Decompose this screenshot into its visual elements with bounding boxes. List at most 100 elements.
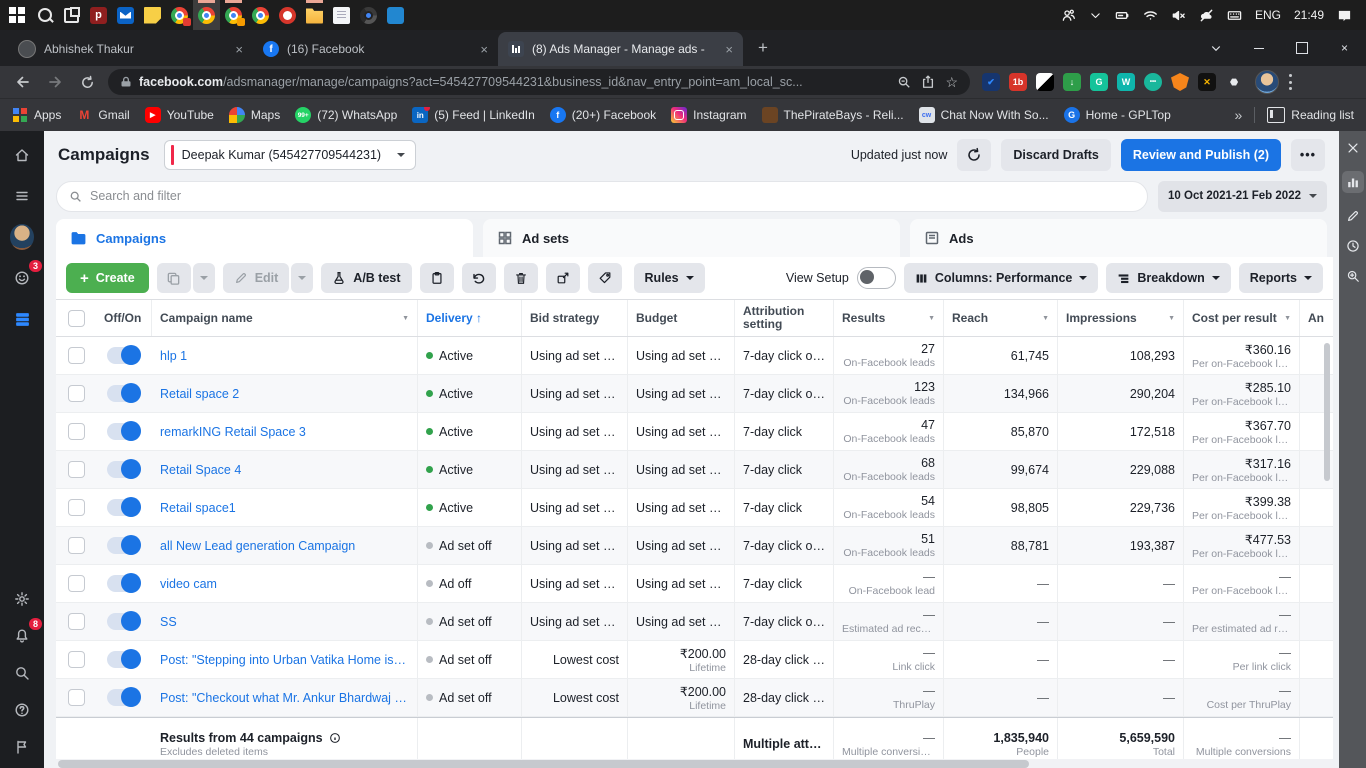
export-button[interactable] [546, 263, 580, 293]
campaign-link[interactable]: all New Lead generation Campaign [160, 539, 409, 553]
reading-list-button[interactable]: Reading list [1267, 107, 1354, 123]
campaign-toggle[interactable] [96, 375, 152, 412]
taskbar-chrome-profile-2-icon[interactable] [193, 0, 220, 30]
taskbar-windows-search-icon[interactable] [31, 0, 58, 30]
bookmark-thepiratebays-reli-[interactable]: ThePirateBays - Reli... [762, 107, 904, 123]
campaign-toggle[interactable] [96, 489, 152, 526]
tag-button[interactable] [588, 263, 622, 293]
clipboard-button[interactable] [420, 263, 454, 293]
extensions-puzzle-icon[interactable]: ⬣ [1225, 73, 1243, 91]
view-setup-toggle[interactable] [857, 267, 896, 289]
delete-button[interactable] [504, 263, 538, 293]
edit-caret-button[interactable] [291, 263, 313, 293]
row-checkbox[interactable] [56, 565, 96, 602]
taskbar-notepad-icon[interactable] [328, 0, 355, 30]
close-window-button[interactable]: × [1323, 30, 1366, 66]
bookmarks-overflow-chevron[interactable]: » [1235, 107, 1243, 123]
more-options-button[interactable]: ••• [1291, 139, 1325, 171]
breakdown-button[interactable]: Breakdown [1106, 263, 1230, 293]
tab-close-icon[interactable]: × [235, 42, 243, 57]
row-checkbox[interactable] [56, 375, 96, 412]
bookmark-apps[interactable]: Apps [12, 107, 61, 123]
campaign-link[interactable]: Retail space1 [160, 501, 409, 515]
campaign-toggle[interactable] [96, 451, 152, 488]
select-all-checkbox[interactable] [56, 300, 96, 336]
rail-account-overview-icon[interactable]: 3 [10, 266, 34, 290]
forward-button[interactable] [40, 68, 70, 96]
row-checkbox[interactable] [56, 603, 96, 640]
taskbar-chrome-dark-icon[interactable] [355, 0, 382, 30]
browser-tab[interactable]: (8) Ads Manager - Manage ads -× [498, 32, 743, 66]
action-center-icon[interactable] [1337, 8, 1352, 23]
extension-chat-icon[interactable]: ••• [1144, 73, 1162, 91]
taskbar-vscode-icon[interactable] [382, 0, 409, 30]
taskbar-mail-icon[interactable] [112, 0, 139, 30]
extension-x-icon[interactable]: ✕ [1198, 73, 1216, 91]
extension-wordtune-icon[interactable]: W [1117, 73, 1135, 91]
taskbar-file-explorer-icon[interactable] [301, 0, 328, 30]
ad-account-selector[interactable]: Deepak Kumar (545427709544231) [164, 140, 416, 170]
bookmark-youtube[interactable]: ▶YouTube [145, 107, 214, 123]
browser-menu-icon[interactable] [1289, 74, 1293, 90]
col-campaign-name[interactable]: Campaign name▼ [152, 300, 418, 336]
row-checkbox[interactable] [56, 641, 96, 678]
tab-ad-sets[interactable]: Ad sets [483, 219, 900, 257]
col-off-on[interactable]: Off/On [96, 300, 152, 336]
taskbar-chrome-profile-1-icon[interactable] [166, 0, 193, 30]
campaign-link[interactable]: Retail Space 4 [160, 463, 409, 477]
campaign-toggle[interactable] [96, 679, 152, 716]
taskbar-start-icon[interactable] [4, 0, 31, 30]
wifi-icon[interactable] [1143, 8, 1158, 23]
col-budget[interactable]: Budget [628, 300, 735, 336]
vertical-scrollbar[interactable] [1324, 343, 1330, 481]
col-cost-per-result[interactable]: Cost per result▼ [1184, 300, 1300, 336]
reload-button[interactable] [72, 68, 102, 96]
bookmark-home-gpltop[interactable]: GHome - GPLTop [1064, 107, 1171, 123]
review-publish-button[interactable]: Review and Publish (2) [1121, 139, 1281, 171]
browser-tab[interactable]: f(16) Facebook× [253, 32, 498, 66]
rail-notifications-icon[interactable]: 8 [10, 624, 34, 648]
discard-drafts-button[interactable]: Discard Drafts [1001, 139, 1110, 171]
undo-button[interactable] [462, 263, 496, 293]
tab-close-icon[interactable]: × [480, 42, 488, 57]
bookmark-star-icon[interactable]: ☆ [945, 74, 958, 91]
taskbar-task-view-icon[interactable] [58, 0, 85, 30]
bookmark--72-whatsapp[interactable]: 99+(72) WhatsApp [295, 107, 397, 123]
rail-help-icon[interactable] [10, 698, 34, 722]
col-impressions[interactable]: Impressions▼ [1058, 300, 1184, 336]
col-extra[interactable]: An [1300, 300, 1333, 336]
duplicate-button[interactable] [157, 263, 191, 293]
rail-campaigns-table-icon[interactable] [10, 307, 34, 331]
col-reach[interactable]: Reach▼ [944, 300, 1058, 336]
campaign-link[interactable]: SS [160, 615, 409, 629]
maximize-button[interactable] [1280, 30, 1323, 66]
row-checkbox[interactable] [56, 413, 96, 450]
row-checkbox[interactable] [56, 337, 96, 374]
browser-tab[interactable]: Abhishek Thakur× [8, 32, 253, 66]
bookmark-instagram[interactable]: Instagram [671, 107, 746, 123]
rail-settings-icon[interactable] [10, 587, 34, 611]
campaign-toggle[interactable] [96, 603, 152, 640]
campaign-toggle[interactable] [96, 641, 152, 678]
bookmark--5-feed-linkedin[interactable]: in(5) Feed | LinkedIn [412, 107, 535, 123]
extension-check-icon[interactable]: ✔ [982, 73, 1000, 91]
rail-search-icon[interactable] [10, 661, 34, 685]
row-checkbox[interactable] [56, 679, 96, 716]
back-button[interactable] [8, 68, 38, 96]
bookmark--20-facebook[interactable]: f(20+) Facebook [550, 107, 656, 123]
extension-idm-icon[interactable]: ↓ [1063, 73, 1081, 91]
campaign-toggle[interactable] [96, 527, 152, 564]
edit-button[interactable]: Edit [223, 263, 290, 293]
extension-metamask-icon[interactable] [1171, 73, 1189, 91]
keyboard-icon[interactable] [1227, 8, 1242, 23]
bookmark-maps[interactable]: Maps [229, 107, 280, 123]
rail-feedback-flag-icon[interactable] [10, 735, 34, 759]
bookmark-chat-now-with-so-[interactable]: cwChat Now With So... [919, 107, 1049, 123]
campaign-link[interactable]: Retail space 2 [160, 387, 409, 401]
rail-menu-icon[interactable] [10, 184, 34, 208]
date-range-selector[interactable]: 10 Oct 2021-21 Feb 2022 [1158, 181, 1327, 212]
horizontal-scrollbar[interactable] [56, 759, 1333, 768]
new-tab-button[interactable]: + [749, 34, 777, 62]
zoom-indicator-icon[interactable] [897, 75, 911, 89]
taskbar-chrome-profile-3-icon[interactable] [220, 0, 247, 30]
